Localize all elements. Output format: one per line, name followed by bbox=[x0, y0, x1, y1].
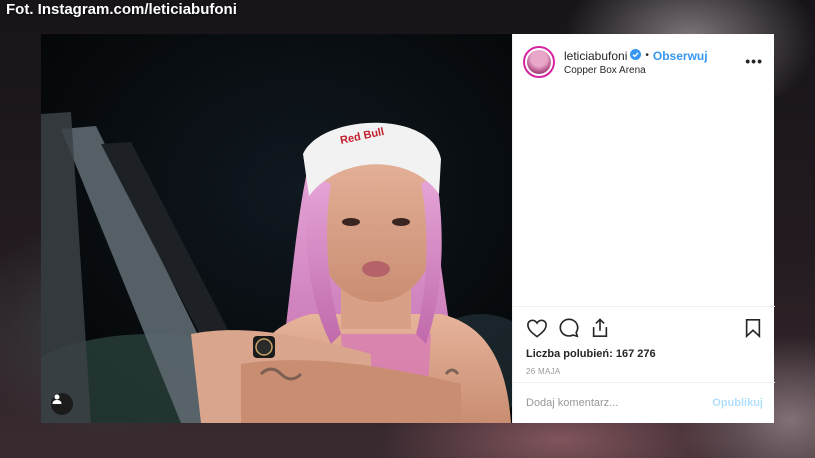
comment-input[interactable]: Dodaj komentarz... bbox=[526, 397, 712, 409]
photo-illustration: Red Bull bbox=[41, 34, 512, 423]
post-sidebar: leticiabufoni • Obserwuj Copper Box Aren… bbox=[512, 34, 775, 423]
user-tag-icon[interactable] bbox=[51, 393, 73, 415]
share-icon[interactable] bbox=[590, 317, 610, 339]
publish-button[interactable]: Opublikuj bbox=[712, 397, 763, 409]
comment-bar: Dodaj komentarz... Opublikuj bbox=[513, 382, 775, 423]
username-link[interactable]: leticiabufoni bbox=[564, 49, 627, 63]
location-link[interactable]: Copper Box Arena bbox=[564, 65, 708, 76]
photo-credit: Fot. Instagram.com/leticiabufoni bbox=[6, 1, 237, 18]
heart-icon[interactable] bbox=[526, 318, 548, 338]
likes-count[interactable]: Liczba polubień: 167 276 bbox=[526, 348, 762, 360]
post-photo[interactable]: Red Bull bbox=[41, 34, 512, 423]
avatar[interactable] bbox=[523, 46, 555, 78]
post-date[interactable]: 26 MAJA bbox=[526, 367, 762, 376]
follow-button[interactable]: Obserwuj bbox=[653, 49, 708, 63]
post-header: leticiabufoni • Obserwuj Copper Box Aren… bbox=[513, 34, 775, 90]
bookmark-icon[interactable] bbox=[744, 318, 762, 338]
comment-icon[interactable] bbox=[558, 317, 580, 339]
instagram-post: Red Bull leticiabufoni • Obserwuj Copper… bbox=[41, 34, 775, 423]
separator-dot: • bbox=[645, 50, 649, 61]
post-actions: Liczba polubień: 167 276 26 MAJA bbox=[513, 306, 775, 376]
verified-badge-icon bbox=[630, 48, 642, 63]
more-options-icon[interactable]: ••• bbox=[745, 53, 763, 69]
